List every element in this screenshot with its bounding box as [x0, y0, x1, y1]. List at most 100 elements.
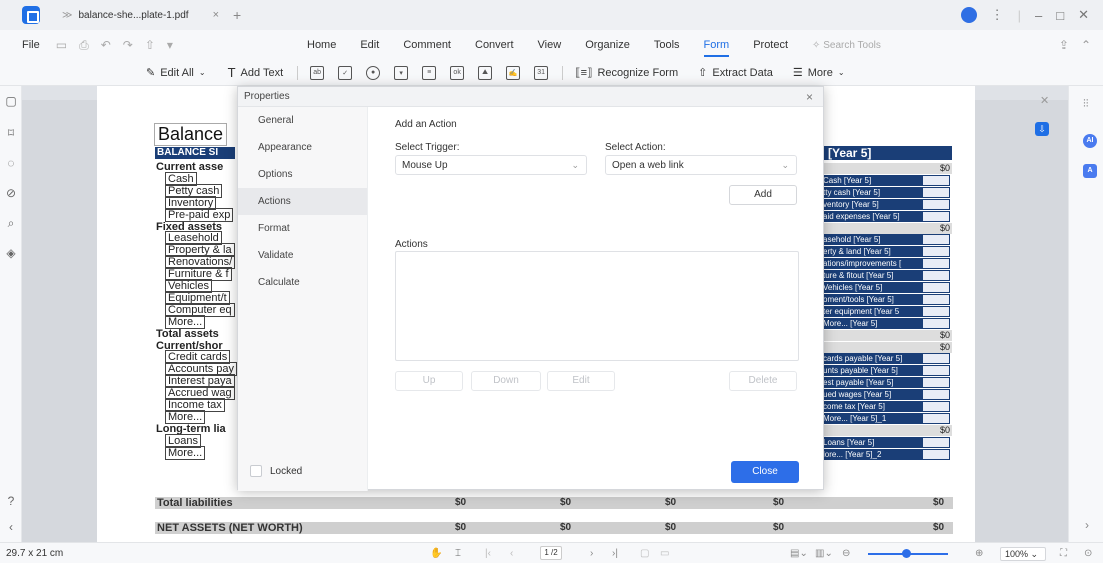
help-icon[interactable]: ?: [4, 494, 18, 508]
ai-assistant-icon[interactable]: AI: [1083, 134, 1097, 148]
nav-appearance[interactable]: Appearance: [238, 134, 367, 161]
form-field[interactable]: ture & fitout [Year 5]: [820, 270, 922, 282]
close-button[interactable]: Close: [731, 461, 799, 483]
recognize-form-button[interactable]: ⟦≡⟧ Recognize Form: [575, 66, 678, 80]
form-field[interactable]: lore... [Year 5]_2: [820, 448, 922, 460]
prev-page-icon[interactable]: ‹: [510, 548, 513, 559]
text-field-icon[interactable]: ab: [310, 65, 325, 80]
close-panel-icon[interactable]: ✕: [1040, 94, 1049, 107]
view-mode-icon[interactable]: ▥⌄: [815, 548, 833, 559]
translate-icon[interactable]: A: [1083, 164, 1097, 178]
form-field-input[interactable]: [922, 365, 950, 377]
button-field-icon[interactable]: ok: [450, 65, 465, 80]
maximize-icon[interactable]: □: [1056, 8, 1064, 23]
edit-button[interactable]: Edit: [547, 371, 615, 391]
undo-icon[interactable]: ↶: [101, 38, 111, 53]
form-field-input[interactable]: [922, 186, 950, 198]
actions-list[interactable]: [395, 251, 799, 361]
zoom-level-select[interactable]: 100% ⌄: [1000, 547, 1046, 561]
collapse-ribbon-icon[interactable]: ⌃: [1081, 38, 1091, 52]
document-tab[interactable]: ≫ balance-she...plate-1.pdf ×: [62, 3, 227, 27]
form-field-input[interactable]: [922, 270, 950, 282]
tab-comment[interactable]: Comment: [403, 39, 451, 51]
form-field[interactable]: oment/tools [Year 5]: [820, 293, 922, 305]
menu-file[interactable]: File: [22, 39, 40, 51]
edit-all-button[interactable]: ✎ Edit All ⌄: [146, 66, 206, 80]
zoom-slider-handle[interactable]: [902, 549, 911, 558]
collapse-left-icon[interactable]: ‹: [4, 520, 18, 534]
nav-actions[interactable]: Actions: [238, 188, 367, 215]
form-field[interactable]: ventory [Year 5]: [820, 198, 922, 210]
radio-button-icon[interactable]: ●: [366, 65, 381, 80]
share-icon[interactable]: ⇧: [145, 38, 155, 53]
new-tab-button[interactable]: +: [233, 7, 241, 23]
tab-organize[interactable]: Organize: [585, 39, 630, 51]
collapse-right-icon[interactable]: ›: [1085, 518, 1089, 532]
tab-form[interactable]: Form: [703, 39, 729, 57]
locked-checkbox[interactable]: [250, 465, 262, 477]
form-field-input[interactable]: [922, 234, 950, 246]
cloud-upload-icon[interactable]: ⇪: [1059, 38, 1069, 52]
down-button[interactable]: Down: [471, 371, 541, 391]
form-field-input[interactable]: [922, 401, 950, 412]
print-icon[interactable]: ⎙: [79, 38, 89, 53]
tab-home[interactable]: Home: [307, 39, 336, 51]
date-field-icon[interactable]: 31: [534, 65, 549, 80]
form-field-input[interactable]: [922, 258, 950, 270]
last-page-icon[interactable]: ›|: [612, 548, 618, 559]
tab-tools[interactable]: Tools: [654, 39, 680, 51]
checkbox-icon[interactable]: ✓: [338, 65, 353, 80]
layers-icon[interactable]: ◈: [4, 246, 18, 260]
form-field-input[interactable]: [922, 305, 950, 317]
form-field[interactable]: come tax [Year 5]: [820, 401, 922, 412]
form-field-input[interactable]: [922, 353, 950, 365]
nav-calculate[interactable]: Calculate: [238, 269, 367, 296]
redo-icon[interactable]: ↷: [123, 38, 133, 53]
form-field-input[interactable]: [922, 246, 950, 258]
kebab-menu-icon[interactable]: ⋮: [991, 7, 1004, 23]
minimize-icon[interactable]: –: [1035, 8, 1042, 23]
bookmark-icon[interactable]: ⌑: [4, 126, 18, 140]
form-field[interactable]: cards payable [Year 5]: [820, 353, 922, 365]
extract-data-button[interactable]: ⇧ Extract Data: [698, 66, 773, 80]
search-icon[interactable]: ⌕: [4, 216, 18, 230]
nav-validate[interactable]: Validate: [238, 242, 367, 269]
tab-protect[interactable]: Protect: [753, 39, 788, 51]
form-field[interactable]: aid expenses [Year 5]: [820, 210, 922, 222]
locked-option[interactable]: Locked: [250, 465, 302, 477]
form-field[interactable]: Cash [Year 5]: [820, 174, 922, 186]
image-field-icon[interactable]: ⛰: [478, 65, 493, 80]
form-field[interactable]: More... [Year 5]_1: [820, 412, 922, 424]
form-field-input[interactable]: [922, 317, 950, 329]
action-select[interactable]: Open a web link ⌄: [605, 155, 797, 175]
settings-icon[interactable]: ⊙: [1084, 548, 1092, 559]
open-icon[interactable]: ▭: [56, 38, 67, 53]
nav-format[interactable]: Format: [238, 215, 367, 242]
form-field[interactable]: Vehicles [Year 5]: [820, 282, 922, 293]
fit-page-icon[interactable]: ▢: [640, 548, 649, 559]
form-fields-panel-icon[interactable]: ⇩: [1035, 122, 1049, 136]
form-field-input[interactable]: [922, 282, 950, 293]
form-field[interactable]: ued wages [Year 5]: [820, 389, 922, 401]
hand-tool-icon[interactable]: ✋: [430, 548, 442, 559]
form-field-input[interactable]: [922, 412, 950, 424]
list-box-icon[interactable]: ≡: [422, 65, 437, 80]
more-button[interactable]: ☰ More ⌄: [793, 66, 845, 80]
form-field[interactable]: est payable [Year 5]: [820, 377, 922, 389]
nav-options[interactable]: Options: [238, 161, 367, 188]
fit-width-icon[interactable]: ▭: [660, 548, 669, 559]
form-field-input[interactable]: [922, 436, 950, 448]
window-close-icon[interactable]: ✕: [1078, 7, 1089, 23]
first-page-icon[interactable]: |‹: [485, 548, 491, 559]
page-number-input[interactable]: 1 /2: [540, 546, 562, 560]
search-tools[interactable]: ✧ Search Tools: [812, 40, 881, 51]
form-field-input[interactable]: [922, 174, 950, 186]
form-field-input[interactable]: [922, 389, 950, 401]
form-field[interactable]: unts payable [Year 5]: [820, 365, 922, 377]
comment-icon[interactable]: ◌: [4, 156, 18, 170]
up-button[interactable]: Up: [395, 371, 463, 391]
signature-field-icon[interactable]: ✍: [506, 65, 521, 80]
attachment-icon[interactable]: ⊘: [4, 186, 18, 200]
form-field[interactable]: More... [Year 5]: [820, 317, 922, 329]
next-page-icon[interactable]: ›: [590, 548, 593, 559]
